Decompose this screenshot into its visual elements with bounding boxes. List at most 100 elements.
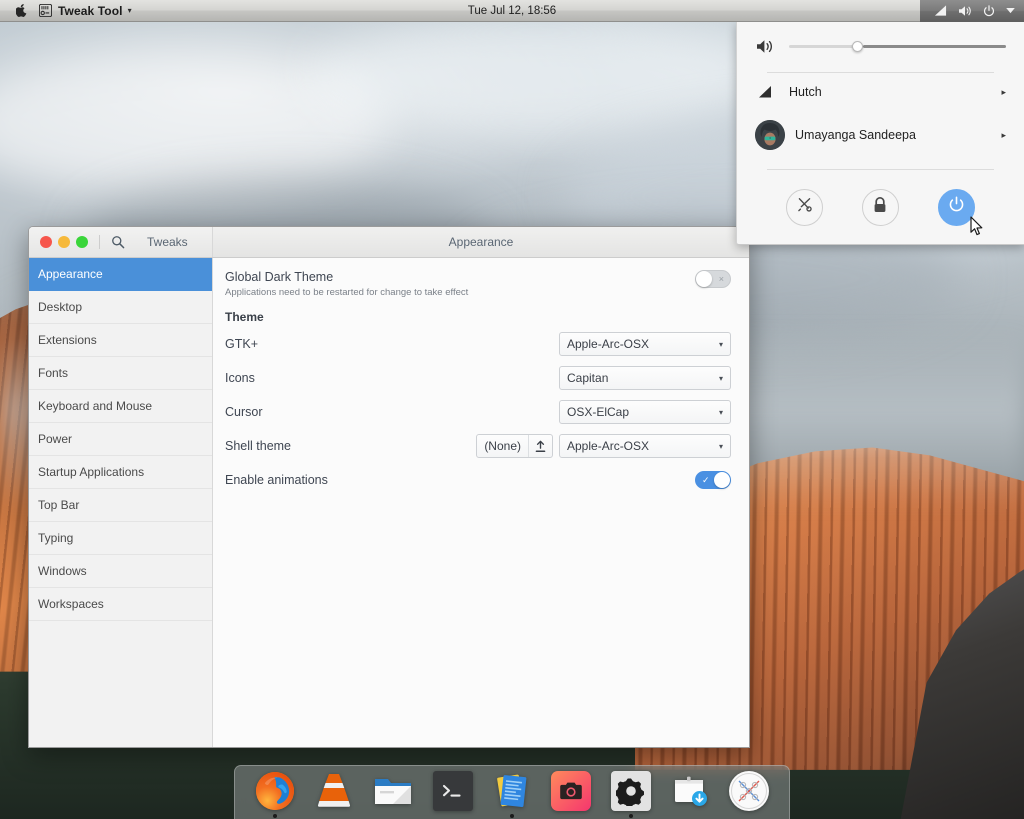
shell-theme-file-button[interactable]: (None) bbox=[476, 434, 553, 458]
chevron-down-icon bbox=[1006, 7, 1015, 14]
dock-item-tweak-tool[interactable] bbox=[727, 769, 771, 813]
theme-section-title: Theme bbox=[225, 310, 264, 324]
dock-item-text-editor[interactable] bbox=[490, 769, 534, 818]
sidebar-item-label: Startup Applications bbox=[38, 465, 145, 479]
dock-item-firefox[interactable] bbox=[253, 769, 297, 818]
top-panel-app-name[interactable]: Tweak Tool bbox=[58, 4, 123, 18]
wallpaper-cloud bbox=[307, 16, 768, 140]
gtk-theme-value: Apple-Arc-OSX bbox=[567, 337, 650, 351]
toggle-knob bbox=[696, 271, 712, 287]
lock-button[interactable] bbox=[861, 188, 899, 226]
window-body: Appearance Desktop Extensions Fonts Keyb… bbox=[29, 258, 749, 747]
icons-theme-value: Capitan bbox=[567, 371, 609, 385]
sidebar-item-keyboard-and-mouse[interactable]: Keyboard and Mouse bbox=[29, 390, 212, 423]
titlebar-right-section: Appearance bbox=[213, 227, 749, 257]
chevron-down-icon[interactable]: ▾ bbox=[128, 6, 132, 15]
sidebar-item-workspaces[interactable]: Workspaces bbox=[29, 588, 212, 621]
sidebar-item-label: Keyboard and Mouse bbox=[38, 399, 153, 413]
volume-slider-handle[interactable] bbox=[851, 40, 863, 52]
gtk-theme-select[interactable]: Apple-Arc-OSX ▾ bbox=[559, 332, 731, 356]
terminal-icon bbox=[432, 770, 473, 811]
running-indicator bbox=[272, 813, 277, 818]
volume-icon[interactable] bbox=[755, 39, 775, 54]
sidebar-item-label: Power bbox=[38, 432, 73, 446]
sidebar-item-extensions[interactable]: Extensions bbox=[29, 324, 212, 357]
avatar bbox=[755, 120, 785, 150]
top-panel-status-area[interactable] bbox=[920, 0, 1024, 22]
chevron-down-icon: ▾ bbox=[718, 339, 723, 349]
maximize-button[interactable] bbox=[76, 236, 88, 248]
search-icon[interactable] bbox=[111, 235, 125, 249]
shell-theme-select[interactable]: Apple-Arc-OSX ▾ bbox=[559, 434, 731, 458]
dock-item-files[interactable] bbox=[371, 769, 415, 813]
upload-icon[interactable] bbox=[529, 440, 552, 453]
tweaks-window: Tweaks Appearance Appearance Desktop Ext… bbox=[28, 226, 750, 748]
toggle-knob bbox=[714, 472, 730, 488]
global-dark-theme-toggle[interactable]: × bbox=[695, 270, 731, 288]
dock-item-terminal[interactable] bbox=[431, 769, 475, 813]
apple-logo-icon[interactable] bbox=[10, 4, 32, 17]
sidebar-item-power[interactable]: Power bbox=[29, 423, 212, 456]
sidebar-item-startup-applications[interactable]: Startup Applications bbox=[29, 456, 212, 489]
minimize-button[interactable] bbox=[58, 236, 70, 248]
running-indicator bbox=[509, 813, 514, 818]
settings-button[interactable] bbox=[786, 188, 824, 226]
sidebar-item-label: Fonts bbox=[38, 366, 69, 380]
icons-theme-select[interactable]: Capitan ▾ bbox=[559, 366, 731, 390]
dock-item-camera[interactable] bbox=[549, 769, 593, 813]
shell-theme-row: Shell theme (None) Apple-Arc-OSX ▾ bbox=[225, 432, 731, 460]
files-folder-icon bbox=[373, 771, 413, 811]
enable-animations-toggle[interactable]: ✓ bbox=[695, 471, 731, 489]
user-menu-item[interactable]: Umayanga Sandeepa ▸ bbox=[755, 111, 1006, 159]
top-panel: Tweak Tool ▾ Tue Jul 12, 18:56 bbox=[0, 0, 1024, 22]
volume-control-row[interactable] bbox=[755, 22, 1006, 66]
firefox-icon bbox=[255, 771, 295, 811]
chevron-right-icon: ▸ bbox=[1001, 129, 1006, 140]
volume-slider[interactable] bbox=[789, 39, 1006, 53]
toggle-off-mark: × bbox=[718, 273, 724, 284]
sidebar-item-label: Typing bbox=[38, 531, 74, 545]
user-name-label: Umayanga Sandeepa bbox=[795, 128, 916, 142]
dock-item-settings[interactable] bbox=[609, 769, 653, 818]
volume-slider-track-filled bbox=[789, 44, 859, 48]
settings-gear-icon bbox=[610, 770, 651, 811]
cursor-theme-value: OSX-ElCap bbox=[567, 405, 630, 419]
sidebar-item-windows[interactable]: Windows bbox=[29, 555, 212, 588]
shell-theme-file-label: (None) bbox=[484, 439, 521, 453]
network-signal-icon bbox=[755, 86, 775, 98]
dock-item-vlc[interactable] bbox=[312, 769, 356, 813]
power-icon bbox=[983, 4, 995, 17]
vlc-icon bbox=[314, 771, 354, 811]
volume-icon bbox=[958, 5, 972, 17]
icons-theme-row: Icons Capitan ▾ bbox=[225, 364, 731, 392]
sidebar-item-label: Top Bar bbox=[38, 498, 80, 512]
icons-theme-label: Icons bbox=[225, 371, 255, 385]
page-title: Appearance bbox=[448, 235, 514, 249]
close-button[interactable] bbox=[40, 236, 52, 248]
network-name-label: Hutch bbox=[789, 85, 822, 99]
tweak-tool-icon bbox=[32, 4, 58, 17]
sidebar-item-appearance[interactable]: Appearance bbox=[29, 258, 212, 291]
volume-slider-track-empty bbox=[862, 44, 1006, 48]
top-panel-clock[interactable]: Tue Jul 12, 18:56 bbox=[0, 5, 1024, 17]
text-editor-icon bbox=[492, 771, 532, 811]
network-menu-item[interactable]: Hutch ▸ bbox=[755, 73, 1006, 111]
chevron-right-icon: ▸ bbox=[1001, 86, 1006, 97]
lock-icon bbox=[872, 196, 888, 219]
sidebar-item-desktop[interactable]: Desktop bbox=[29, 291, 212, 324]
sidebar-item-fonts[interactable]: Fonts bbox=[29, 357, 212, 390]
titlebar-divider bbox=[99, 235, 100, 249]
cursor-theme-select[interactable]: OSX-ElCap ▾ bbox=[559, 400, 731, 424]
chevron-down-icon: ▾ bbox=[718, 407, 723, 417]
dock-item-software[interactable] bbox=[668, 769, 712, 813]
tools-icon bbox=[796, 196, 813, 218]
sidebar-item-label: Extensions bbox=[38, 333, 97, 347]
sidebar-item-typing[interactable]: Typing bbox=[29, 522, 212, 555]
sidebar-item-label: Workspaces bbox=[38, 597, 104, 611]
chevron-down-icon: ▾ bbox=[718, 373, 723, 383]
shell-theme-label: Shell theme bbox=[225, 439, 292, 453]
sidebar-item-top-bar[interactable]: Top Bar bbox=[29, 489, 212, 522]
system-status-menu: Hutch ▸ Umayanga Sandeepa ▸ bbox=[736, 22, 1024, 245]
network-signal-icon bbox=[934, 5, 947, 16]
settings-panel: Global Dark Theme Applications need to b… bbox=[213, 258, 749, 747]
